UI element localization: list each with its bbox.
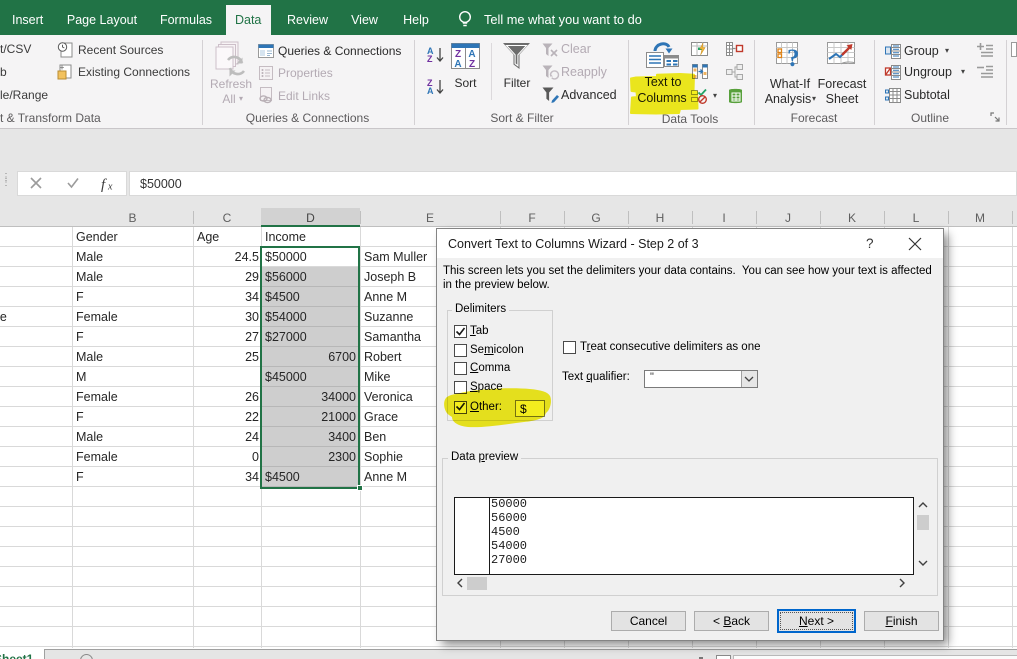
svg-text:Z: Z: [469, 59, 475, 70]
svg-text:x: x: [107, 182, 113, 193]
svg-text:A: A: [454, 59, 461, 70]
svg-text:?: ?: [787, 45, 800, 72]
